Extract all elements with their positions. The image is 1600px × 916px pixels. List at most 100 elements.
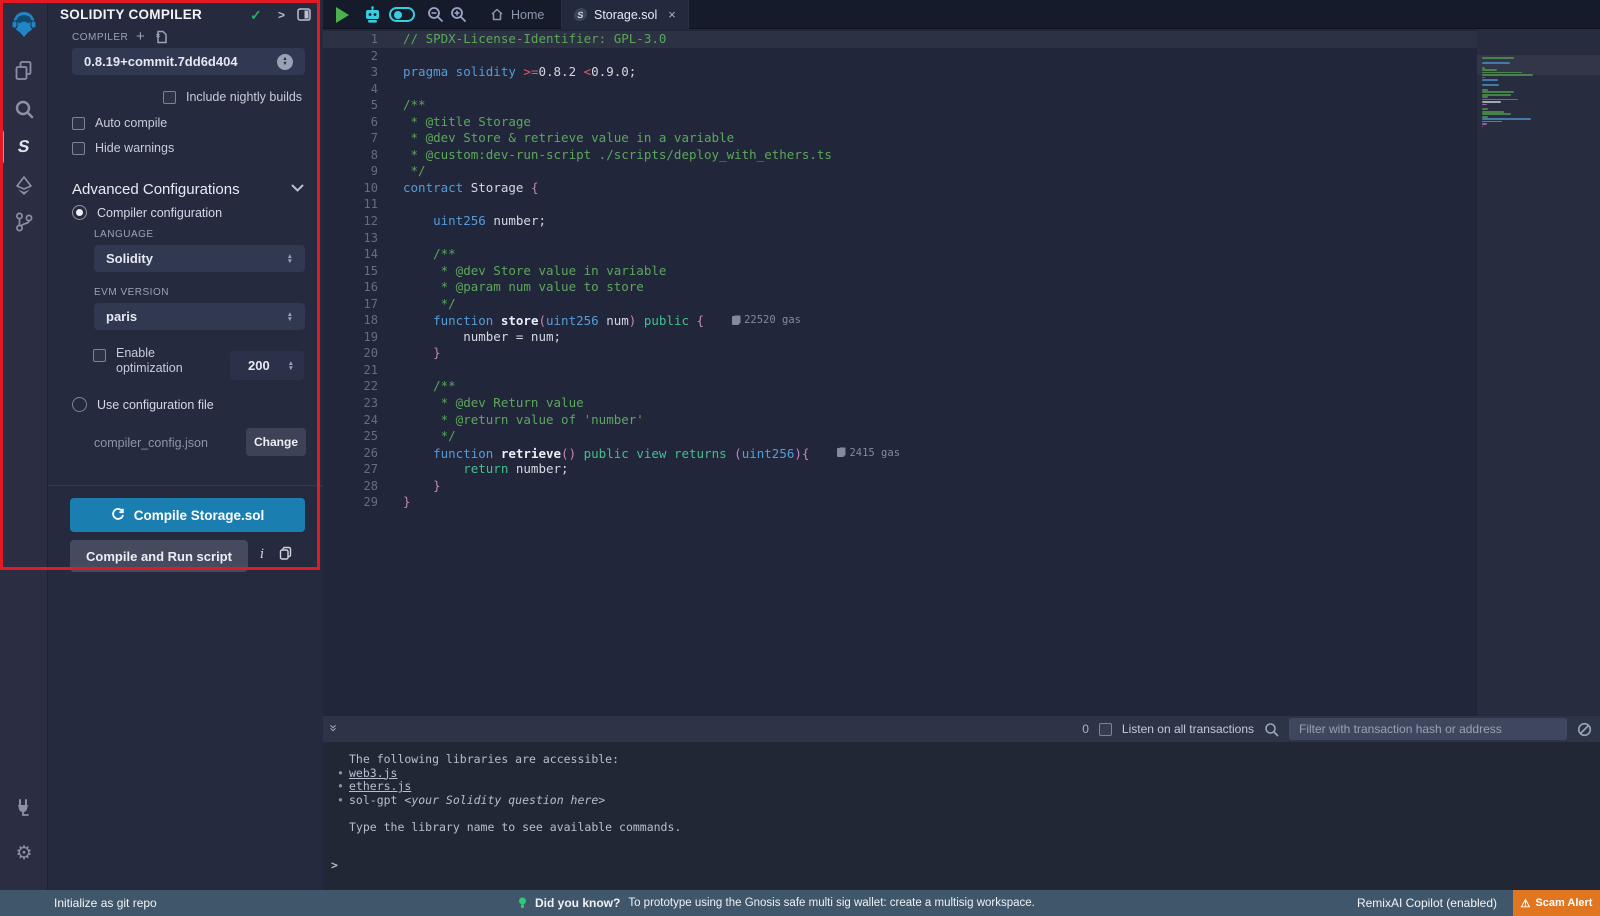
minimap[interactable] bbox=[1477, 29, 1600, 716]
config-file-name: compiler_config.json bbox=[94, 436, 208, 450]
editor-topbar: Home S Storage.sol × bbox=[323, 0, 1600, 29]
minimap-line bbox=[1482, 118, 1531, 120]
tab-home-label: Home bbox=[511, 8, 544, 22]
scam-alert-badge[interactable]: ⚠ Scam Alert bbox=[1513, 890, 1600, 916]
compiler-version-value: 0.8.19+commit.7dd6d404 bbox=[84, 54, 238, 69]
language-value: Solidity bbox=[106, 251, 153, 266]
enable-optimization-label: Enable optimization bbox=[116, 346, 200, 376]
zoom-out-icon[interactable] bbox=[427, 0, 444, 29]
runs-updown-icon: ▲▼ bbox=[288, 361, 294, 371]
code-line: 2 bbox=[323, 48, 1477, 65]
library-link[interactable]: ethers.js bbox=[349, 779, 411, 793]
collapse-terminal-icon[interactable]: » bbox=[327, 724, 342, 728]
terminal-line: The following libraries are accessible: bbox=[323, 753, 1600, 767]
code-line: 16 * @param num value to store bbox=[323, 279, 1477, 296]
terminal-line[interactable]: •ethers.js bbox=[323, 780, 1600, 794]
git-init-status[interactable]: Initialize as git repo bbox=[54, 890, 157, 916]
enable-optimization-checkbox[interactable] bbox=[93, 349, 106, 362]
hide-warnings-checkbox[interactable] bbox=[72, 142, 85, 155]
change-config-button[interactable]: Change bbox=[246, 428, 306, 456]
panel-forward-icon[interactable]: > bbox=[278, 8, 285, 22]
advanced-chevron-down-icon[interactable] bbox=[291, 184, 304, 193]
code-editor[interactable]: 1// SPDX-License-Identifier: GPL-3.023pr… bbox=[323, 29, 1600, 716]
git-icon[interactable] bbox=[0, 209, 48, 235]
did-you-know-tip: Did you know? To prototype using the Gno… bbox=[518, 890, 1035, 916]
code-line: 14 /** bbox=[323, 246, 1477, 263]
terminal-search-icon[interactable] bbox=[1264, 722, 1279, 737]
code-line: 25 */ bbox=[323, 428, 1477, 445]
scam-alert-label: Scam Alert bbox=[1535, 897, 1592, 909]
solidity-compiler-panel: SOLIDITY COMPILER ✓ > COMPILER + 0.8.19+… bbox=[48, 0, 323, 916]
copilot-status[interactable]: RemixAI Copilot (enabled) bbox=[1357, 890, 1497, 916]
auto-compile-row: Auto compile bbox=[72, 116, 167, 130]
transaction-filter-input[interactable]: Filter with transaction hash or address bbox=[1289, 718, 1567, 740]
code-line: 20 } bbox=[323, 345, 1477, 362]
auto-compile-checkbox[interactable] bbox=[72, 117, 85, 130]
listen-transactions-checkbox[interactable] bbox=[1099, 723, 1112, 736]
optimization-runs-input[interactable]: 200 ▲▼ bbox=[230, 351, 304, 380]
nightly-builds-row: Include nightly builds bbox=[163, 90, 302, 104]
copilot-toggle[interactable] bbox=[389, 0, 415, 29]
refresh-icon bbox=[111, 508, 125, 522]
info-icon[interactable]: i bbox=[260, 547, 264, 562]
evm-version-select[interactable]: paris ▲▼ bbox=[94, 303, 305, 330]
pin-panel-icon[interactable] bbox=[297, 8, 311, 21]
status-bar: Initialize as git repo Did you know? To … bbox=[0, 890, 1600, 916]
remix-logo-icon[interactable] bbox=[0, 8, 48, 42]
compile-and-run-button[interactable]: Compile and Run script bbox=[70, 540, 248, 572]
minimap-line bbox=[1482, 91, 1514, 93]
terminal-line: •sol-gpt <your Solidity question here> bbox=[323, 794, 1600, 808]
language-updown-icon: ▲▼ bbox=[287, 254, 293, 264]
advanced-configurations-title[interactable]: Advanced Configurations bbox=[72, 181, 240, 198]
open-file-icon[interactable] bbox=[155, 30, 168, 44]
evm-updown-icon: ▲▼ bbox=[287, 312, 293, 322]
use-config-file-radio[interactable] bbox=[72, 397, 87, 412]
file-explorer-icon[interactable] bbox=[0, 58, 48, 84]
compiler-config-row: Compiler configuration bbox=[72, 205, 222, 220]
optimization-row: Enable optimization bbox=[93, 346, 200, 376]
terminal-output[interactable]: The following libraries are accessible:•… bbox=[323, 742, 1600, 890]
plugin-manager-icon[interactable] bbox=[0, 794, 48, 820]
tab-storage-sol[interactable]: S Storage.sol × bbox=[561, 0, 689, 29]
hide-warnings-label: Hide warnings bbox=[95, 141, 174, 155]
library-link[interactable]: web3.js bbox=[349, 766, 397, 780]
minimap-line bbox=[1482, 69, 1497, 71]
code-line: 28 } bbox=[323, 478, 1477, 495]
panel-divider bbox=[48, 485, 323, 486]
run-script-play-icon[interactable] bbox=[336, 0, 349, 29]
nightly-builds-checkbox[interactable] bbox=[163, 91, 176, 104]
use-config-file-label: Use configuration file bbox=[97, 398, 214, 412]
settings-gear-icon[interactable]: ⚙ bbox=[0, 840, 48, 866]
solidity-compiler-icon[interactable]: S bbox=[0, 132, 48, 162]
compiler-config-radio[interactable] bbox=[72, 205, 87, 220]
terminal-line: Type the library name to see available c… bbox=[323, 821, 1600, 835]
evm-version-label: EVM VERSION bbox=[94, 287, 169, 298]
main-area: Home S Storage.sol × 1// SPDX-License-Id… bbox=[323, 0, 1600, 890]
add-compiler-icon[interactable]: + bbox=[136, 28, 145, 45]
compile-button[interactable]: Compile Storage.sol bbox=[70, 498, 305, 532]
compile-button-label: Compile Storage.sol bbox=[134, 508, 265, 523]
terminal-line[interactable]: •web3.js bbox=[323, 767, 1600, 781]
tab-home[interactable]: Home bbox=[478, 0, 556, 29]
tab-close-icon[interactable]: × bbox=[668, 7, 676, 22]
minimap-line bbox=[1482, 84, 1499, 86]
deploy-run-icon[interactable] bbox=[0, 173, 48, 199]
language-select[interactable]: Solidity ▲▼ bbox=[94, 245, 305, 272]
code-line: 15 * @dev Store value in variable bbox=[323, 263, 1477, 280]
copy-icon[interactable] bbox=[279, 546, 292, 560]
search-icon[interactable] bbox=[0, 96, 48, 122]
code-line: 1// SPDX-License-Identifier: GPL-3.0 bbox=[323, 31, 1477, 48]
compiler-version-select[interactable]: 0.8.19+commit.7dd6d404 ▲▼ bbox=[72, 48, 305, 75]
terminal-prompt[interactable]: > bbox=[331, 858, 338, 872]
remix-logo-svg bbox=[9, 10, 39, 40]
zoom-in-icon[interactable] bbox=[450, 0, 467, 29]
minimap-line bbox=[1482, 123, 1487, 125]
code-line: 27 return number; bbox=[323, 461, 1477, 478]
clear-console-icon[interactable] bbox=[1577, 722, 1592, 737]
minimap-line bbox=[1482, 96, 1488, 98]
code-line: 7 * @dev Store & retrieve value in a var… bbox=[323, 130, 1477, 147]
code-line: 23 * @dev Return value bbox=[323, 395, 1477, 412]
lightbulb-icon bbox=[518, 897, 527, 909]
minimap-line bbox=[1482, 74, 1533, 76]
ai-copilot-robot-icon[interactable] bbox=[363, 0, 382, 29]
